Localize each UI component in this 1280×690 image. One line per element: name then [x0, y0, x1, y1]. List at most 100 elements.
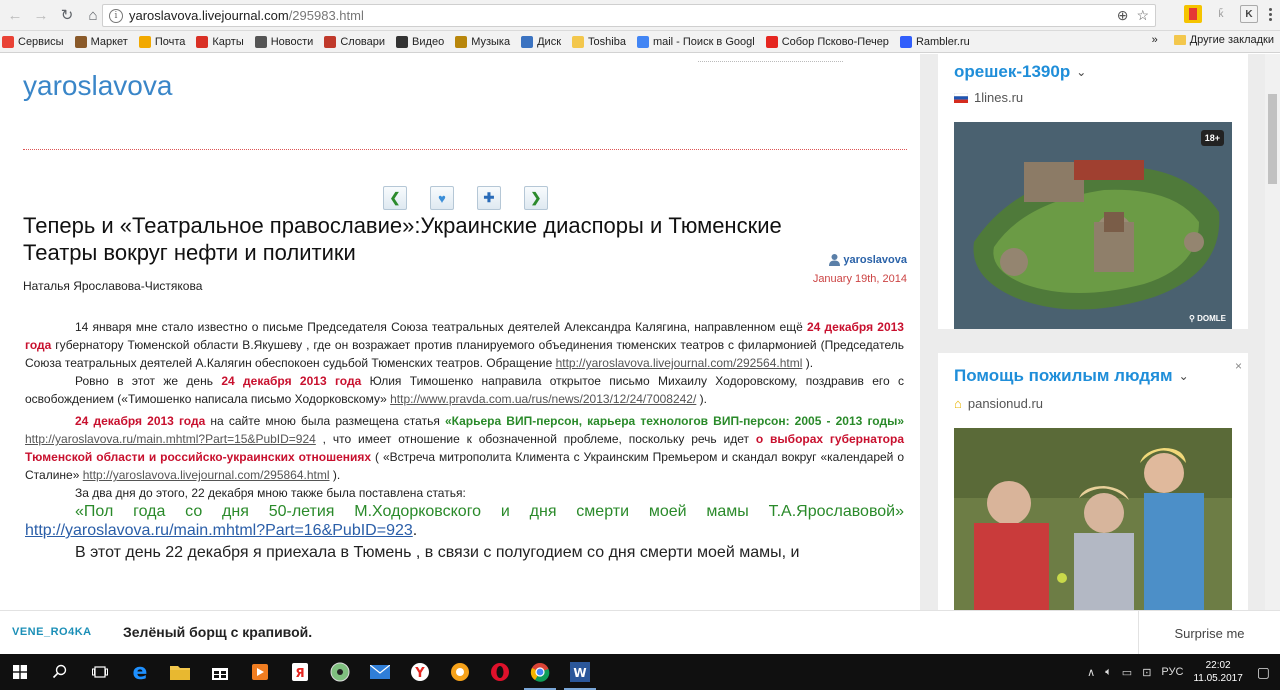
promo-username[interactable]: VENE_RO4KA: [12, 626, 92, 638]
address-bar[interactable]: i yaroslavova.livejournal.com/295983.htm…: [102, 4, 1156, 27]
bookmark-item[interactable]: Маркет: [74, 35, 128, 48]
bookmark-label: Карты: [212, 35, 244, 48]
svg-text:Я: Я: [295, 666, 304, 680]
extension-k-icon[interactable]: K: [1240, 5, 1258, 23]
bookmark-item[interactable]: Словари: [324, 35, 386, 48]
menu-icon[interactable]: [1268, 5, 1272, 23]
fortress-island-image: [954, 122, 1232, 329]
post-author[interactable]: yaroslavova: [828, 253, 907, 266]
bookmark-item[interactable]: Rambler.ru: [899, 35, 970, 48]
extension-icon[interactable]: ǩ: [1212, 5, 1230, 23]
network-icon[interactable]: ⊡: [1142, 666, 1151, 679]
ad-image-fortress[interactable]: 18+ ⚲ DOMLE: [954, 122, 1232, 329]
bookmark-item[interactable]: Почта: [138, 35, 185, 48]
url-path: /295983.html: [288, 8, 364, 23]
link-pravda[interactable]: http://www.pravda.com.ua/rus/news/2013/1…: [390, 392, 696, 406]
paragraph-5: «Пол года со дня 50-летия М.Ходорковског…: [25, 503, 904, 539]
zoom-icon[interactable]: ⊕: [1117, 7, 1129, 24]
surprise-me-button[interactable]: Surprise me: [1138, 611, 1280, 655]
chevron-down-icon[interactable]: ⌄: [1179, 369, 1189, 383]
add-memory-icon[interactable]: ✚: [477, 186, 501, 210]
back-button[interactable]: ←: [4, 4, 26, 26]
chrome-icon[interactable]: [520, 654, 560, 690]
bookmark-label: Музыка: [471, 35, 511, 48]
language-indicator[interactable]: РУС: [1161, 666, 1183, 678]
cd-burner-icon[interactable]: [320, 654, 360, 690]
bookmark-item[interactable]: Сервисы: [2, 35, 64, 48]
search-icon[interactable]: [40, 654, 80, 690]
ad-image-elderly[interactable]: [954, 428, 1232, 610]
bookmark-item[interactable]: Новости: [254, 35, 314, 48]
video-icon: [396, 35, 409, 48]
agent-icon[interactable]: [440, 654, 480, 690]
forward-button[interactable]: →: [30, 4, 52, 26]
bookmark-label: Диск: [537, 35, 562, 48]
speaker-icon[interactable]: 🔈︎: [1105, 666, 1112, 679]
task-view-icon[interactable]: [80, 654, 120, 690]
paragraph-4: За два дня до этого, 22 декабря мною так…: [75, 486, 466, 500]
post-author-name: yaroslavova: [843, 253, 907, 266]
bookmark-item[interactable]: mail - Поиск в Googl: [636, 35, 755, 48]
link-vip-career[interactable]: http://yaroslavova.ru/main.mhtml?Part=15…: [25, 432, 316, 446]
site-title[interactable]: yaroslavova: [23, 70, 172, 102]
ad-title[interactable]: Помощь пожилым людям ⌄: [954, 366, 1189, 386]
next-post-icon[interactable]: ❯: [524, 186, 548, 210]
bookmark-item[interactable]: Диск: [521, 35, 562, 48]
music-icon: [455, 35, 468, 48]
close-icon[interactable]: ×: [1235, 359, 1242, 373]
ad-source[interactable]: ⌂ pansionud.ru: [954, 396, 1043, 411]
prev-post-icon[interactable]: ❮: [383, 186, 407, 210]
chevron-up-icon[interactable]: ∧: [1087, 666, 1095, 679]
file-explorer-icon[interactable]: [160, 654, 200, 690]
media-player-icon[interactable]: [240, 654, 280, 690]
link-metropolitan[interactable]: http://yaroslavova.livejournal.com/29586…: [83, 468, 330, 482]
yandex-music-icon[interactable]: Я: [280, 654, 320, 690]
bookmark-item[interactable]: Видео: [396, 35, 444, 48]
bottom-promo-bar: VENE_RO4KA Зелёный борщ с крапивой. Surp…: [0, 610, 1280, 655]
elderly-care-image: [954, 428, 1232, 610]
reload-button[interactable]: ↻: [56, 4, 78, 26]
mail-icon[interactable]: [360, 654, 400, 690]
scrollbar[interactable]: [1265, 54, 1280, 610]
more-bookmarks-button[interactable]: »: [1152, 34, 1158, 46]
yandex-browser-icon[interactable]: Y: [400, 654, 440, 690]
home-button[interactable]: ⌂: [82, 4, 104, 26]
battery-icon[interactable]: ▭: [1122, 666, 1132, 679]
paragraph-1: 14 января мне стало известно о письме Пр…: [25, 320, 904, 370]
post-date: January 19th, 2014: [812, 273, 907, 285]
page-viewport: yaroslavova ❮ ♥ ✚ ❯ Теперь и «Театрально…: [0, 54, 1280, 610]
map-pin-icon: [196, 35, 209, 48]
bookmark-item[interactable]: Собор Псково-Печер: [765, 35, 889, 48]
bookmark-star-icon[interactable]: ☆: [1136, 7, 1149, 24]
store-icon[interactable]: [200, 654, 240, 690]
bookmark-flag-icon[interactable]: [1184, 5, 1202, 23]
edge-icon[interactable]: e: [120, 654, 160, 690]
windows-taskbar: e Я Y W ∧ 🔈︎ ▭ ⊡ РУС 22:02 11.05.2017 ▢: [0, 654, 1280, 690]
heart-icon[interactable]: ♥: [430, 186, 454, 210]
chevron-down-icon[interactable]: ⌄: [1076, 65, 1086, 79]
ad-card-2[interactable]: × Помощь пожилым людям ⌄ ⌂ pansionud.ru: [938, 353, 1248, 610]
other-bookmarks-button[interactable]: Другие закладки: [1190, 34, 1274, 46]
scrollbar-thumb[interactable]: [1268, 94, 1277, 184]
link-khodorkovsky-anniversary[interactable]: http://yaroslavova.ru/main.mhtml?Part=16…: [25, 522, 413, 539]
bookmark-label: Новости: [270, 35, 314, 48]
link-obrashchenie[interactable]: http://yaroslavova.livejournal.com/29256…: [556, 356, 803, 370]
bookmark-label: Rambler.ru: [915, 35, 970, 48]
bookmark-label: Собор Псково-Печер: [781, 35, 889, 48]
apps-icon: [2, 35, 14, 48]
word-icon[interactable]: W: [560, 654, 600, 690]
ad-card-1[interactable]: орешек-1390р ⌄ 1lines.ru 18+ ⚲ DOMLE: [938, 54, 1248, 329]
promo-title[interactable]: Зелёный борщ с крапивой.: [123, 624, 312, 640]
clock[interactable]: 22:02 11.05.2017: [1193, 659, 1242, 685]
bookmark-item[interactable]: Карты: [196, 35, 244, 48]
bookmark-item[interactable]: Музыка: [455, 35, 511, 48]
bookmark-label: Словари: [340, 35, 386, 48]
windows-start-icon[interactable]: [0, 654, 40, 690]
notifications-icon[interactable]: ▢: [1257, 664, 1270, 681]
dictionary-icon: [324, 35, 337, 48]
info-icon[interactable]: i: [109, 8, 123, 23]
opera-icon[interactable]: [480, 654, 520, 690]
ad-title[interactable]: орешек-1390р ⌄: [954, 62, 1086, 82]
bookmark-item[interactable]: Toshiba: [572, 35, 626, 48]
ad-source[interactable]: 1lines.ru: [954, 90, 1023, 105]
